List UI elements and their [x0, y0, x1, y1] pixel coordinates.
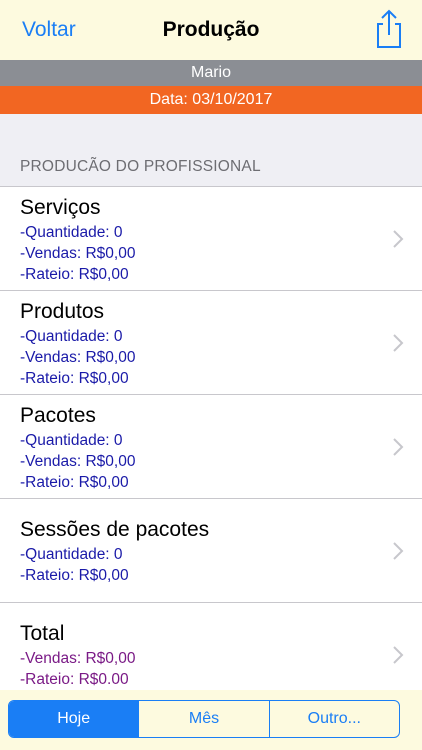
production-list: Serviços -Quantidade: 0 -Vendas: R$0,00 …: [0, 186, 422, 707]
row-title: Serviços: [20, 196, 101, 219]
page-title: Produção: [162, 18, 260, 41]
section-header: PRODUCÃO DO PROFISSIONAL: [20, 158, 261, 175]
segment-outro[interactable]: Outro...: [270, 701, 399, 737]
chevron-right-icon: [393, 542, 404, 560]
row-detail-sales: -Vendas: R$0,00: [20, 650, 136, 667]
row-detail-quantity: -Quantidade: 0: [20, 224, 123, 241]
professional-name-bar: Mario: [0, 60, 422, 86]
list-item-pacotes[interactable]: Pacotes -Quantidade: 0 -Vendas: R$0,00 -…: [0, 395, 422, 499]
list-item-servicos[interactable]: Serviços -Quantidade: 0 -Vendas: R$0,00 …: [0, 187, 422, 291]
chevron-right-icon: [393, 230, 404, 248]
row-detail-sales: -Vendas: R$0,00: [20, 349, 136, 366]
period-toolbar: Hoje Mês Outro...: [0, 690, 422, 750]
row-detail-split: -Rateio: R$0,00: [20, 474, 129, 491]
period-segmented-control: Hoje Mês Outro...: [8, 700, 400, 738]
row-title: Total: [20, 622, 65, 645]
row-detail-quantity: -Quantidade: 0: [20, 432, 123, 449]
chevron-right-icon: [393, 334, 404, 352]
row-detail-split: -Rateio: R$0.00: [20, 671, 129, 688]
row-title: Pacotes: [20, 404, 96, 427]
navigation-bar: Voltar Produção: [0, 0, 422, 60]
row-title: Produtos: [20, 300, 105, 323]
row-detail-split: -Rateio: R$0,00: [20, 266, 129, 283]
segment-mes[interactable]: Mês: [139, 701, 270, 737]
row-detail-quantity: -Quantidade: 0: [20, 328, 123, 345]
screen: Voltar Produção Mario Data: 03/10/2017 P…: [0, 0, 422, 750]
row-detail-split: -Rateio: R$0,00: [20, 567, 129, 584]
row-title: Sessões de pacotes: [20, 518, 210, 541]
list-item-produtos[interactable]: Produtos -Quantidade: 0 -Vendas: R$0,00 …: [0, 291, 422, 395]
row-detail-sales: -Vendas: R$0,00: [20, 453, 136, 470]
chevron-right-icon: [393, 646, 404, 664]
chevron-right-icon: [393, 438, 404, 456]
date-bar: Data: 03/10/2017: [0, 86, 422, 114]
row-detail-split: -Rateio: R$0,00: [20, 370, 129, 387]
share-icon: [377, 9, 401, 48]
row-detail-sales: -Vendas: R$0,00: [20, 245, 136, 262]
share-button[interactable]: [372, 8, 406, 50]
row-detail-quantity: -Quantidade: 0: [20, 546, 123, 563]
list-item-sessoes-de-pacotes[interactable]: Sessões de pacotes -Quantidade: 0 -Ratei…: [0, 499, 422, 603]
segment-hoje[interactable]: Hoje: [9, 701, 140, 737]
